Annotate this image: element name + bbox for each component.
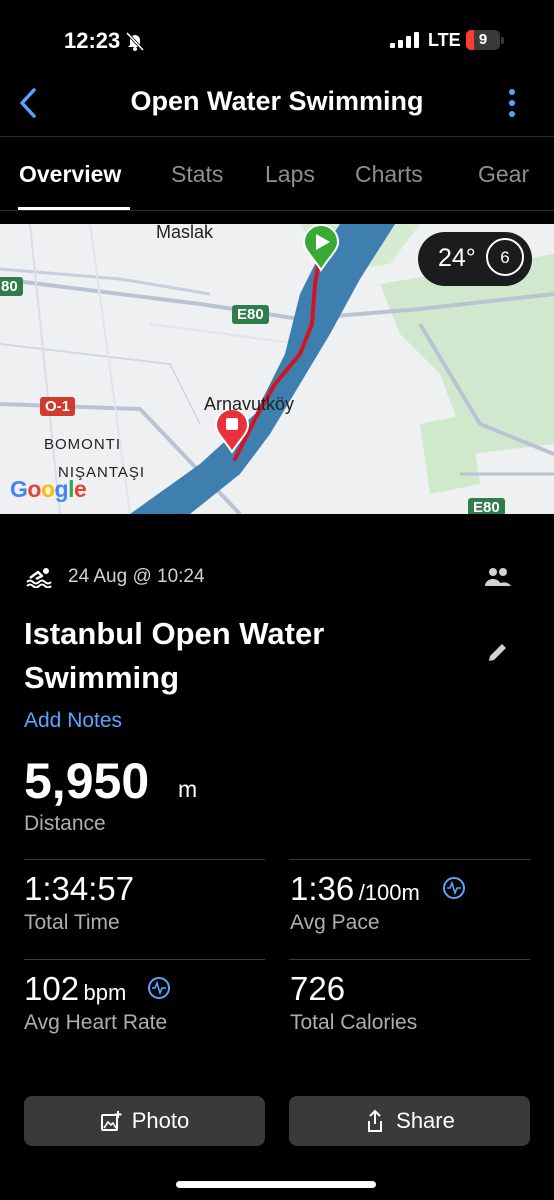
activity-date: 24 Aug @ 10:24 bbox=[68, 566, 205, 587]
more-options-icon[interactable] bbox=[504, 88, 520, 125]
header-divider bbox=[0, 136, 554, 137]
edit-pencil-icon[interactable] bbox=[486, 640, 510, 669]
page-title: Open Water Swimming bbox=[130, 86, 424, 116]
total-calories-value: 726 bbox=[290, 970, 346, 1007]
distance-unit: m bbox=[178, 776, 198, 802]
avg-heart-rate-value: 102 bpm bbox=[24, 970, 126, 1008]
map-label-bomonti: BOMONTI bbox=[44, 436, 121, 453]
tab-overview[interactable]: Overview bbox=[19, 161, 121, 188]
avg-pace-label: Avg Pace bbox=[290, 911, 380, 934]
avg-pace-number: 1:36 bbox=[290, 870, 355, 907]
battery-level: 9 bbox=[478, 31, 488, 48]
pace-pulse-icon[interactable] bbox=[443, 877, 465, 899]
heart-rate-pulse-icon[interactable] bbox=[148, 977, 170, 999]
silent-bell-icon bbox=[124, 30, 146, 57]
finish-marker-icon[interactable] bbox=[214, 408, 250, 459]
swimming-icon bbox=[26, 566, 54, 593]
distance-label: Distance bbox=[24, 812, 106, 835]
battery-icon: 9 bbox=[466, 30, 500, 50]
road-badge-o1: O-1 bbox=[40, 397, 76, 416]
weather-temperature: 24° bbox=[438, 244, 476, 272]
start-marker-icon[interactable] bbox=[302, 224, 340, 277]
tab-laps[interactable]: Laps bbox=[265, 161, 315, 188]
avg-pace-value: 1:36 /100m bbox=[290, 870, 420, 908]
tab-charts[interactable]: Charts bbox=[355, 161, 423, 188]
home-indicator[interactable] bbox=[176, 1181, 376, 1188]
tabs-divider bbox=[0, 210, 554, 211]
tab-gear[interactable]: Gear bbox=[478, 161, 529, 188]
map-label-arnavutkoy: Arnavutköy bbox=[204, 394, 295, 414]
group-icon[interactable] bbox=[484, 566, 512, 593]
add-notes-link[interactable]: Add Notes bbox=[24, 709, 122, 733]
stat-divider bbox=[289, 959, 530, 960]
photo-button-label: Photo bbox=[131, 1108, 190, 1133]
add-photo-icon bbox=[100, 1111, 122, 1131]
google-logo: Google bbox=[10, 476, 87, 502]
avg-heart-rate-unit: bpm bbox=[83, 980, 127, 1005]
stat-divider bbox=[24, 959, 265, 960]
road-badge-left: 80 bbox=[0, 277, 23, 296]
road-badge-e80: E80 bbox=[232, 305, 269, 324]
tab-stats[interactable]: Stats bbox=[171, 161, 223, 188]
road-badge-e80-bottom: E80 bbox=[468, 498, 505, 514]
total-calories-label: Total Calories bbox=[290, 1011, 418, 1034]
share-button[interactable]: Share bbox=[289, 1096, 530, 1146]
signal-icon bbox=[390, 32, 420, 53]
total-time-label: Total Time bbox=[24, 911, 120, 934]
network-type: LTE bbox=[428, 30, 461, 50]
wind-speed: 6 bbox=[500, 248, 510, 267]
map-label-maslak: Maslak bbox=[156, 224, 214, 242]
total-time-value: 1:34:57 bbox=[24, 870, 135, 907]
stat-divider bbox=[24, 859, 265, 860]
avg-heart-rate-number: 102 bbox=[24, 970, 80, 1007]
avg-pace-unit: /100m bbox=[358, 880, 420, 905]
status-time: 12:23 bbox=[64, 28, 121, 53]
share-button-label: Share bbox=[396, 1108, 455, 1133]
share-icon bbox=[368, 1109, 383, 1132]
wind-speed-icon: 6 bbox=[486, 238, 524, 276]
weather-badge: 24° 6 bbox=[418, 232, 532, 286]
battery-nub bbox=[501, 37, 504, 44]
avg-heart-rate-label: Avg Heart Rate bbox=[24, 1011, 168, 1034]
photo-button[interactable]: Photo bbox=[24, 1096, 265, 1146]
stat-divider bbox=[289, 859, 530, 860]
distance-value: 5,950 bbox=[24, 753, 150, 809]
activity-title: Istanbul Open Water Swimming bbox=[24, 616, 325, 695]
